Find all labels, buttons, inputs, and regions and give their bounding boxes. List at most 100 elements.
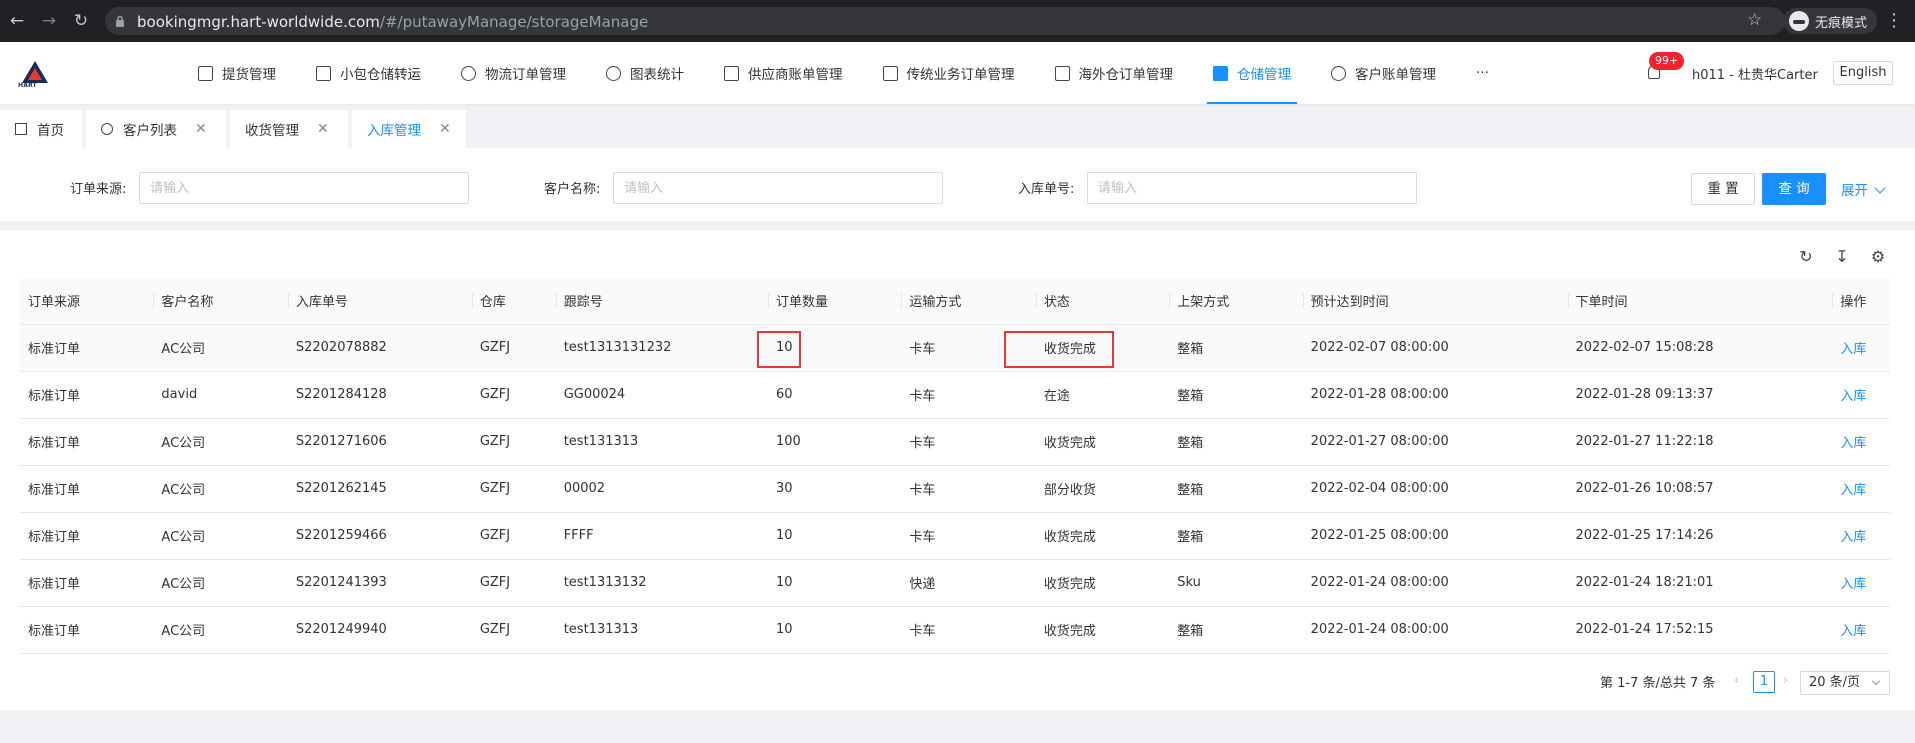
tab-receiving[interactable]: 收货管理 ✕ bbox=[230, 110, 348, 148]
page-number-current[interactable]: 1 bbox=[1753, 671, 1775, 693]
reload-icon[interactable]: ↻ bbox=[70, 10, 92, 32]
inbound-action-link[interactable]: 入库 bbox=[1832, 324, 1890, 372]
nav-warehouse[interactable]: 仓储管理 bbox=[1207, 42, 1297, 104]
nav-parcel-storage[interactable]: 小包仓储转运 bbox=[316, 42, 421, 104]
table-cell: 整箱 bbox=[1169, 606, 1303, 654]
nav-label: 提货管理 bbox=[222, 67, 276, 83]
table-row: 标准订单 david S2201284128 GZFJ GG00024 60 卡车 在途 整箱 2… bbox=[20, 371, 1890, 419]
table-cell: 标准订单 bbox=[20, 418, 154, 466]
close-icon[interactable]: ✕ bbox=[439, 121, 451, 137]
address-bar[interactable]: bookingmgr.hart-worldwide.com/#/putawayM… bbox=[105, 7, 1785, 35]
table-cell: GZFJ bbox=[471, 324, 556, 372]
table-row: 标准订单 AC公司 S2201271606 GZFJ test131313 100 卡车 收货… bbox=[20, 418, 1890, 466]
inbound-action-link[interactable]: 入库 bbox=[1832, 512, 1890, 560]
prev-page-icon[interactable]: ‹ bbox=[1734, 673, 1739, 688]
query-button[interactable]: 查 询 bbox=[1762, 173, 1826, 205]
tab-inbound[interactable]: 入库管理 ✕ bbox=[352, 110, 466, 148]
table-cell: AC公司 bbox=[153, 606, 288, 654]
table-cell: GZFJ bbox=[471, 559, 556, 607]
nav-overseas-orders[interactable]: 海外仓订单管理 bbox=[1054, 42, 1173, 104]
nav-customer-bills[interactable]: 客户账单管理 bbox=[1331, 42, 1436, 104]
expand-toggle[interactable]: 展开 bbox=[1841, 179, 1886, 199]
column-header: 客户名称 bbox=[153, 278, 288, 325]
inbound-action-link[interactable]: 入库 bbox=[1832, 559, 1890, 607]
refresh-icon[interactable]: ↻ bbox=[1797, 248, 1815, 266]
table-cell: 2022-01-24 08:00:00 bbox=[1302, 606, 1568, 654]
incognito-label: 无痕模式 bbox=[1815, 15, 1868, 31]
bookmark-star-icon[interactable]: ☆ bbox=[1747, 11, 1765, 29]
table-cell: S2201271606 bbox=[287, 418, 472, 466]
reset-button[interactable]: 重 置 bbox=[1691, 173, 1755, 205]
tab-home[interactable]: 首页 bbox=[0, 110, 82, 148]
table-cell: test131313 bbox=[555, 606, 768, 654]
chevron-down-icon bbox=[1871, 676, 1881, 686]
nav-traditional-orders[interactable]: 传统业务订单管理 bbox=[882, 42, 1015, 104]
table-cell: david bbox=[153, 371, 288, 419]
nav-more[interactable]: ··· bbox=[1476, 42, 1489, 104]
table-cell: 00002 bbox=[555, 465, 768, 513]
bill-icon bbox=[724, 65, 739, 81]
table-cell: Sku bbox=[1169, 559, 1303, 607]
tab-label: 入库管理 bbox=[367, 123, 421, 139]
top-nav: 提货管理 小包仓储转运 物流订单管理 图表统计 供应商账单管理 传统业务订单管理… bbox=[198, 42, 1529, 104]
user-icon bbox=[101, 123, 113, 135]
tab-customer-list[interactable]: 客户列表 ✕ bbox=[86, 110, 226, 148]
more-icon: ··· bbox=[1476, 65, 1489, 81]
table-cell: 整箱 bbox=[1169, 512, 1303, 560]
network-icon bbox=[882, 65, 898, 81]
table-cell: 10 bbox=[767, 512, 902, 560]
incognito-icon bbox=[1789, 11, 1809, 31]
language-button[interactable]: English bbox=[1833, 61, 1893, 85]
table-cell: 部分收货 bbox=[1035, 465, 1170, 513]
close-icon[interactable]: ✕ bbox=[195, 121, 207, 137]
table-cell: 收货完成 bbox=[1035, 559, 1170, 607]
order-source-input[interactable] bbox=[139, 172, 469, 204]
table-row: 标准订单 AC公司 S2201262145 GZFJ 00002 30 卡车 部分收货 整箱 20… bbox=[20, 465, 1890, 513]
page-size-select[interactable]: 20 条/页 bbox=[1800, 671, 1890, 695]
table-cell: 标准订单 bbox=[20, 465, 154, 513]
customer-name-input[interactable] bbox=[613, 172, 943, 204]
table-cell: 快递 bbox=[901, 559, 1036, 607]
browser-menu-icon[interactable]: ⋮ bbox=[1885, 10, 1903, 32]
close-icon[interactable]: ✕ bbox=[317, 121, 329, 137]
inbound-number-input[interactable] bbox=[1087, 172, 1417, 204]
table-cell: 2022-01-28 09:13:37 bbox=[1567, 371, 1833, 419]
nav-supplier-bills[interactable]: 供应商账单管理 bbox=[724, 42, 843, 104]
incognito-indicator[interactable]: 无痕模式 bbox=[1783, 8, 1878, 34]
tab-label: 收货管理 bbox=[245, 123, 299, 139]
tab-label: 首页 bbox=[37, 123, 64, 139]
table-cell: GZFJ bbox=[471, 606, 556, 654]
url-text: bookingmgr.hart-worldwide.com/#/putawayM… bbox=[137, 13, 648, 31]
forward-icon[interactable]: → bbox=[38, 10, 60, 32]
nav-pickup[interactable]: 提货管理 bbox=[198, 42, 276, 104]
table-cell: S2201249940 bbox=[287, 606, 472, 654]
back-icon[interactable]: ← bbox=[6, 10, 28, 32]
table-cell: 10 bbox=[767, 559, 902, 607]
table-cell: 标准订单 bbox=[20, 371, 154, 419]
url-path: /#/putawayManage/storageManage bbox=[379, 13, 649, 31]
next-page-icon[interactable]: › bbox=[1783, 673, 1788, 688]
table-cell: GG00024 bbox=[555, 371, 768, 419]
density-icon[interactable]: ↧ bbox=[1833, 248, 1851, 266]
inbound-action-link[interactable]: 入库 bbox=[1832, 606, 1890, 654]
user-name[interactable]: h011 - 杜贵华Carter bbox=[1692, 64, 1818, 83]
column-header: 订单数量 bbox=[767, 278, 902, 325]
table-cell: 2022-01-25 08:00:00 bbox=[1302, 512, 1568, 560]
table-cell: 2022-02-07 08:00:00 bbox=[1302, 324, 1568, 372]
nav-logistics-orders[interactable]: 物流订单管理 bbox=[461, 42, 566, 104]
column-header: 预计达到时间 bbox=[1302, 278, 1568, 325]
settings-gear-icon[interactable]: ⚙ bbox=[1869, 248, 1887, 266]
inbound-action-link[interactable]: 入库 bbox=[1832, 418, 1890, 466]
table-cell: GZFJ bbox=[471, 465, 556, 513]
table-cell: 60 bbox=[767, 371, 902, 419]
tab-bar: 首页 客户列表 ✕ 收货管理 ✕ 入库管理 ✕ bbox=[0, 108, 1915, 148]
table-cell: 整箱 bbox=[1169, 418, 1303, 466]
nav-charts[interactable]: 图表统计 bbox=[606, 42, 684, 104]
table-cell: GZFJ bbox=[471, 371, 556, 419]
table-cell: 2022-02-04 08:00:00 bbox=[1302, 465, 1568, 513]
inbound-action-link[interactable]: 入库 bbox=[1832, 465, 1890, 513]
inbound-action-link[interactable]: 入库 bbox=[1832, 371, 1890, 419]
table-cell: AC公司 bbox=[153, 512, 288, 560]
warehouse-icon bbox=[1213, 65, 1228, 81]
table-cell: 2022-01-27 11:22:18 bbox=[1567, 418, 1833, 466]
